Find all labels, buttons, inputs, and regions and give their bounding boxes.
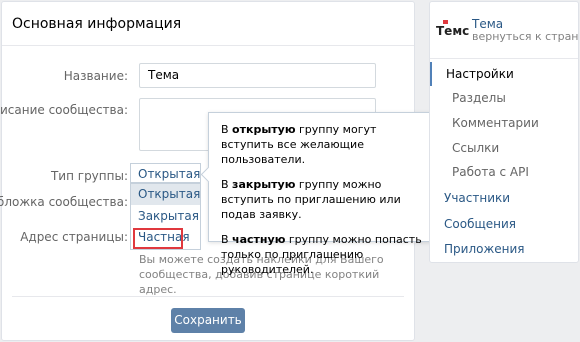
option-private[interactable]: Частная: [133, 228, 190, 249]
group-type-tooltip: В открытую группу могут вступить все жел…: [208, 112, 445, 276]
name-input[interactable]: Тема: [139, 63, 376, 88]
sidebar: Темс Тема вернуться к странице Настройки…: [429, 1, 579, 263]
divider: [430, 58, 578, 59]
tooltip-open-text: В открытую группу могут вступить все жел…: [221, 123, 377, 166]
group-type-options: Открытая Закрытая Частная: [130, 183, 201, 250]
group-type-label: Тип группы:: [50, 169, 128, 183]
cover-label: Обложка сообщества:: [0, 195, 128, 209]
sidebar-item-comments[interactable]: Комментарии: [430, 111, 578, 135]
tooltip-private-text: В частную группу можно попасть только по…: [221, 233, 422, 276]
sidebar-header[interactable]: Темс Тема вернуться к странице: [430, 2, 578, 56]
sidebar-item-apps[interactable]: Приложения: [430, 237, 578, 261]
back-link[interactable]: вернуться к странице: [472, 30, 578, 43]
name-label: Название:: [63, 69, 128, 83]
group-avatar: Темс: [436, 24, 470, 38]
option-closed[interactable]: Закрытая: [131, 206, 200, 227]
sidebar-item-members[interactable]: Участники: [430, 186, 578, 210]
option-open[interactable]: Открытая: [131, 184, 200, 205]
description-label: Описание сообщества:: [0, 103, 128, 117]
address-label: Адрес страницы:: [20, 230, 128, 244]
save-button[interactable]: Сохранить: [171, 308, 245, 333]
tooltip-closed-text: В закрытую группу можно вступить по приг…: [221, 178, 401, 221]
page-title: Основная информация: [12, 16, 182, 32]
sidebar-item-settings[interactable]: Настройки: [430, 62, 578, 86]
group-type-select[interactable]: Открытая: [130, 163, 201, 183]
divider: [2, 45, 414, 46]
group-name[interactable]: Тема: [472, 17, 503, 31]
sidebar-item-links[interactable]: Ссылки: [430, 136, 578, 160]
sidebar-item-messages[interactable]: Сообщения: [430, 212, 578, 236]
sidebar-item-api[interactable]: Работа с API: [430, 160, 578, 184]
sidebar-item-sections[interactable]: Разделы: [430, 86, 578, 110]
divider: [12, 296, 404, 297]
